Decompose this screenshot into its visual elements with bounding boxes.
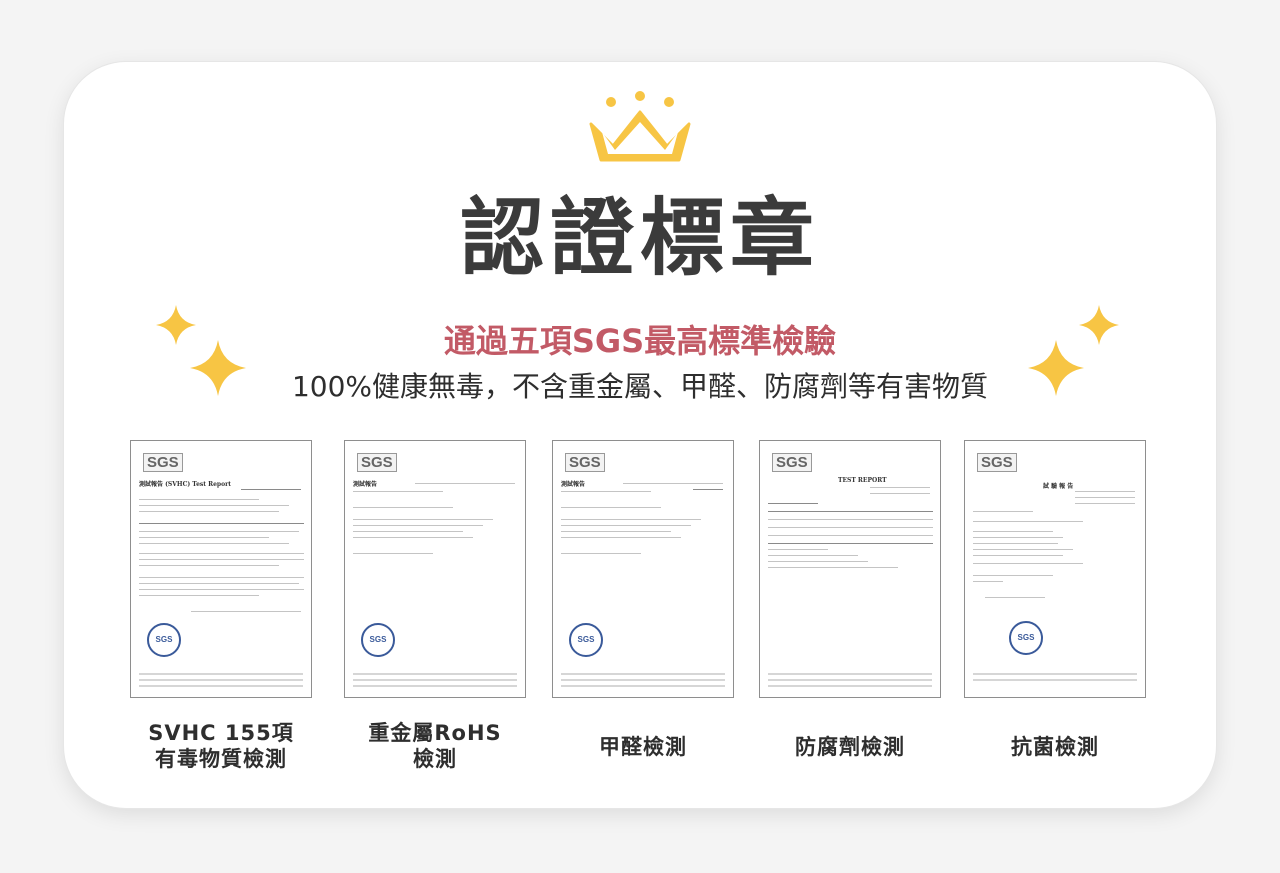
sgs-seal: SGS bbox=[147, 623, 181, 657]
certificate-document[interactable]: SGS 測試報告 SGS bbox=[344, 440, 526, 698]
sgs-logo: SGS bbox=[143, 453, 183, 472]
sgs-logo: SGS bbox=[565, 453, 605, 472]
crown-icon bbox=[589, 91, 691, 162]
certificate-label: 抗菌檢測 bbox=[1011, 735, 1099, 759]
certificate-document[interactable]: SGS 試 驗 報 告 SGS bbox=[964, 440, 1146, 698]
document-heading: TEST REPORT bbox=[838, 477, 887, 484]
document-heading: 測試報告 (SVHC) Test Report bbox=[139, 481, 232, 488]
certificate-document[interactable]: SGS 測試報告 (SVHC) Test Report SGS bbox=[130, 440, 312, 698]
sgs-logo: SGS bbox=[772, 453, 812, 472]
sgs-seal: SGS bbox=[1009, 621, 1043, 655]
document-heading: 測試報告 bbox=[561, 481, 586, 488]
sgs-seal: SGS bbox=[361, 623, 395, 657]
sgs-seal: SGS bbox=[569, 623, 603, 657]
certificate-document[interactable]: SGS TEST REPORT bbox=[759, 440, 941, 698]
description: 100%健康無毒，不含重金屬、甲醛、防腐劑等有害物質 bbox=[291, 370, 989, 403]
page-title: 認證標章 bbox=[459, 189, 820, 287]
subtitle: 通過五項SGS最高標準檢驗 bbox=[443, 322, 837, 360]
document-heading: 測試報告 bbox=[353, 481, 378, 488]
sgs-logo: SGS bbox=[977, 453, 1017, 472]
certificate-label: 重金屬RoHS 檢測 bbox=[368, 721, 502, 771]
certificate-label: 甲醛檢測 bbox=[599, 735, 687, 759]
sgs-logo: SGS bbox=[357, 453, 397, 472]
certificate-document[interactable]: SGS 測試報告 SGS bbox=[552, 440, 734, 698]
document-heading: 試 驗 報 告 bbox=[1043, 483, 1074, 490]
certificate-label: SVHC 155項 有毒物質檢測 bbox=[148, 721, 294, 771]
certificate-label: 防腐劑檢測 bbox=[795, 735, 905, 759]
